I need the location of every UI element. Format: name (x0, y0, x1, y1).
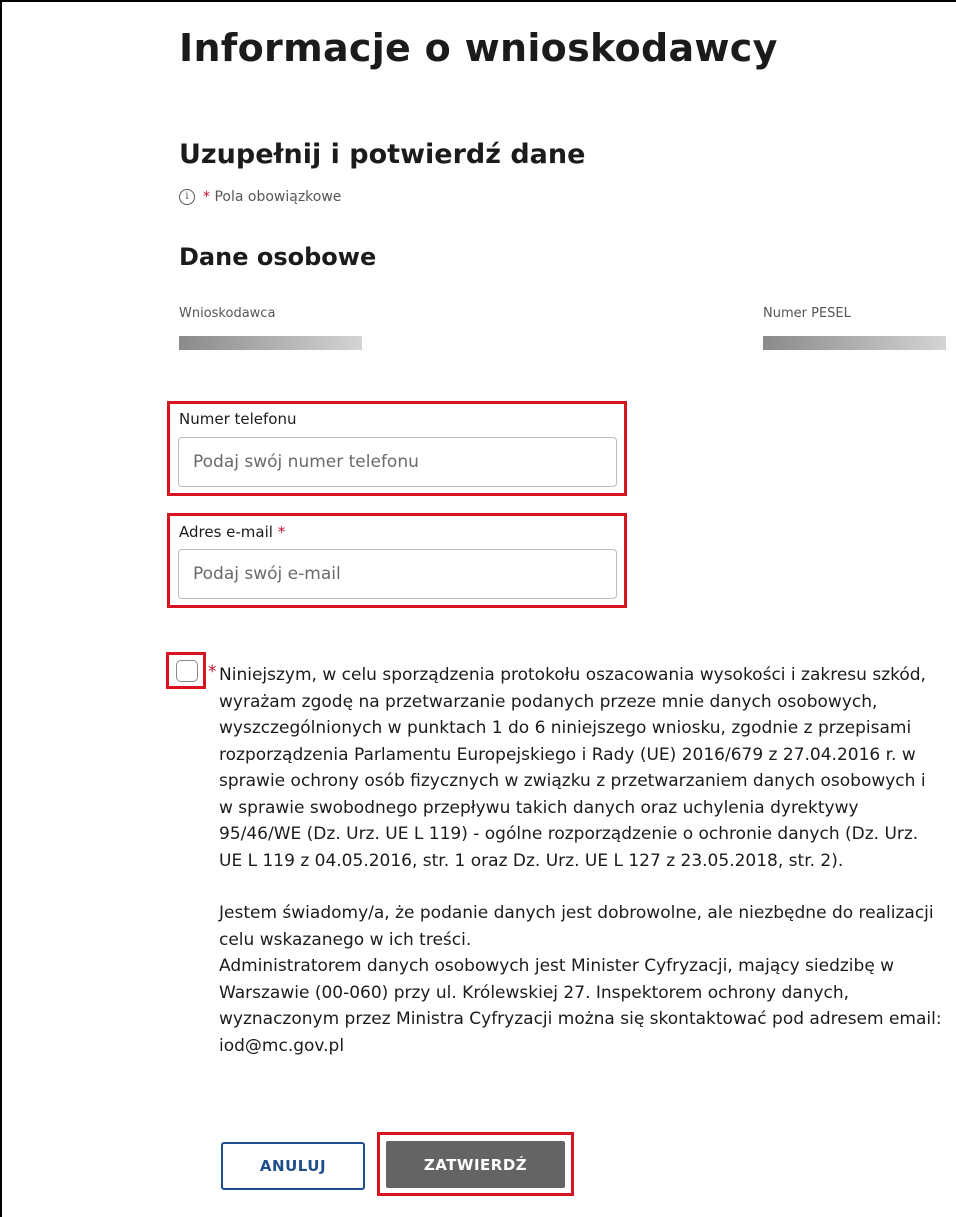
page-frame: Informacje o wnioskodawcy Uzupełnij i po… (0, 0, 956, 1217)
email-required-star: * (277, 523, 286, 541)
cancel-button[interactable]: ANULUJ (221, 1142, 365, 1190)
consent-paragraph-1: Niniejszym, w celu sporządzenia protokoł… (219, 665, 926, 871)
phone-label: Numer telefonu (179, 410, 297, 428)
frame-border-left (0, 0, 2, 1217)
phone-input[interactable] (178, 437, 617, 487)
page-title: Informacje o wnioskodawcy (179, 26, 778, 70)
pesel-label: Numer PESEL (763, 306, 851, 321)
required-note-text: * Pola obowiązkowe (203, 189, 341, 205)
consent-text: Niniejszym, w celu sporządzenia protokoł… (219, 662, 944, 1059)
applicant-label: Wnioskodawca (179, 306, 276, 321)
required-fields-note: i * Pola obowiązkowe (179, 189, 341, 205)
frame-border-top (0, 0, 956, 2)
consent-paragraph-2: Jestem świadomy/a, że podanie danych jes… (219, 903, 934, 950)
info-circle-icon: i (179, 189, 195, 205)
required-star: * (203, 189, 210, 205)
required-note-label: Pola obowiązkowe (214, 189, 342, 205)
section-title: Dane osobowe (179, 243, 377, 271)
consent-spacer (219, 874, 944, 900)
consent-required-star: * (208, 662, 217, 682)
email-label: Adres e-mail * (179, 523, 285, 541)
email-input[interactable] (178, 549, 617, 599)
pesel-value-redacted (763, 336, 946, 350)
submit-button[interactable]: ZATWIERDŹ (386, 1141, 565, 1188)
email-label-text: Adres e-mail (179, 523, 273, 541)
applicant-value-redacted (179, 336, 362, 350)
consent-paragraph-3: Administratorem danych osobowych jest Mi… (219, 956, 942, 1056)
consent-checkbox[interactable] (176, 660, 198, 682)
form-subtitle: Uzupełnij i potwierdź dane (179, 139, 586, 170)
